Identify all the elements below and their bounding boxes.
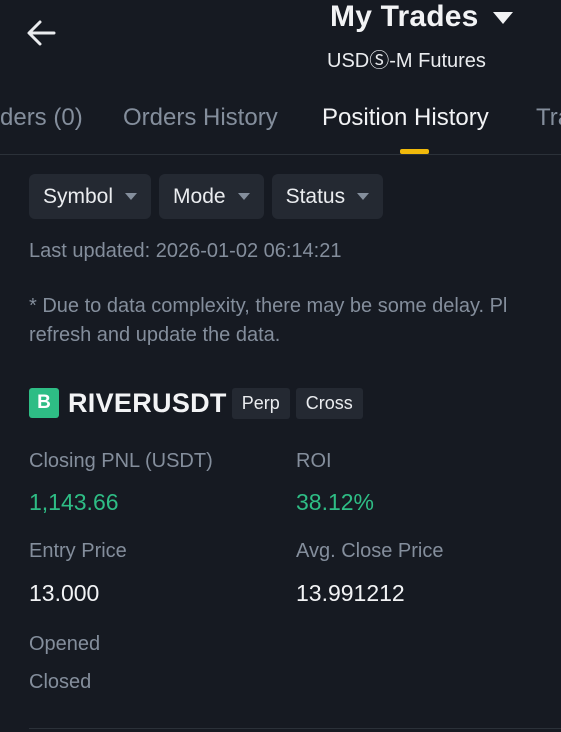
- caret-down-icon: [357, 193, 370, 200]
- tab-trade-history[interactable]: Tra: [536, 104, 561, 132]
- opened-label: Opened: [29, 633, 101, 655]
- back-button[interactable]: [18, 12, 64, 54]
- arrow-left-icon: [27, 20, 56, 46]
- tab-orders-history[interactable]: Orders History: [123, 104, 278, 132]
- caret-down-icon: [237, 193, 250, 200]
- roi-value: 38.12%: [296, 489, 375, 515]
- avg-close-price-value: 13.991212: [296, 580, 405, 606]
- delay-notice: * Due to data complexity, there may be s…: [29, 292, 561, 350]
- mode-filter[interactable]: Mode: [159, 174, 264, 219]
- position-symbol: RIVERUSDT: [68, 387, 227, 418]
- caret-down-icon: [125, 193, 138, 200]
- header: My Trades USDⓈ-M Futures: [0, 0, 561, 92]
- title-dropdown[interactable]: My Trades: [330, 0, 513, 34]
- closing-pnl-label: Closing PNL (USDT): [29, 450, 213, 472]
- symbol-filter-label: Symbol: [43, 184, 114, 208]
- entry-price-value: 13.000: [29, 580, 100, 606]
- delay-notice-line-2: refresh and update the data.: [29, 324, 281, 346]
- my-trades-screen: My Trades USDⓈ-M Futures rders (0) Order…: [0, 0, 561, 732]
- delay-notice-line-1: * Due to data complexity, there may be s…: [29, 295, 508, 317]
- caret-down-icon: [492, 12, 513, 24]
- closed-label: Closed: [29, 671, 92, 693]
- page-subtitle: USDⓈ-M Futures: [327, 50, 486, 72]
- tab-open-orders[interactable]: rders (0): [0, 104, 83, 132]
- margin-mode-tag: Cross: [295, 387, 363, 419]
- active-tab-indicator: [400, 149, 429, 154]
- tab-position-history[interactable]: Position History: [322, 104, 489, 132]
- avg-close-price-label: Avg. Close Price: [296, 540, 444, 562]
- symbol-filter[interactable]: Symbol: [29, 174, 152, 219]
- tab-bar: rders (0) Orders History Position Histor…: [0, 92, 561, 155]
- mode-filter-label: Mode: [173, 184, 226, 208]
- roi-label: ROI: [296, 450, 332, 472]
- buy-side-badge: B: [29, 388, 59, 418]
- status-filter[interactable]: Status: [271, 174, 384, 219]
- page-title: My Trades: [330, 0, 479, 33]
- filter-bar: Symbol Mode Status: [29, 174, 384, 219]
- last-updated-text: Last updated: 2026-01-02 06:14:21: [29, 240, 342, 262]
- card-divider: [29, 728, 561, 729]
- status-filter-label: Status: [285, 184, 346, 208]
- contract-type-tag: Perp: [231, 387, 290, 419]
- closing-pnl-value: 1,143.66: [29, 489, 119, 515]
- position-header[interactable]: B RIVERUSDT Perp Cross: [29, 386, 363, 420]
- entry-price-label: Entry Price: [29, 540, 127, 562]
